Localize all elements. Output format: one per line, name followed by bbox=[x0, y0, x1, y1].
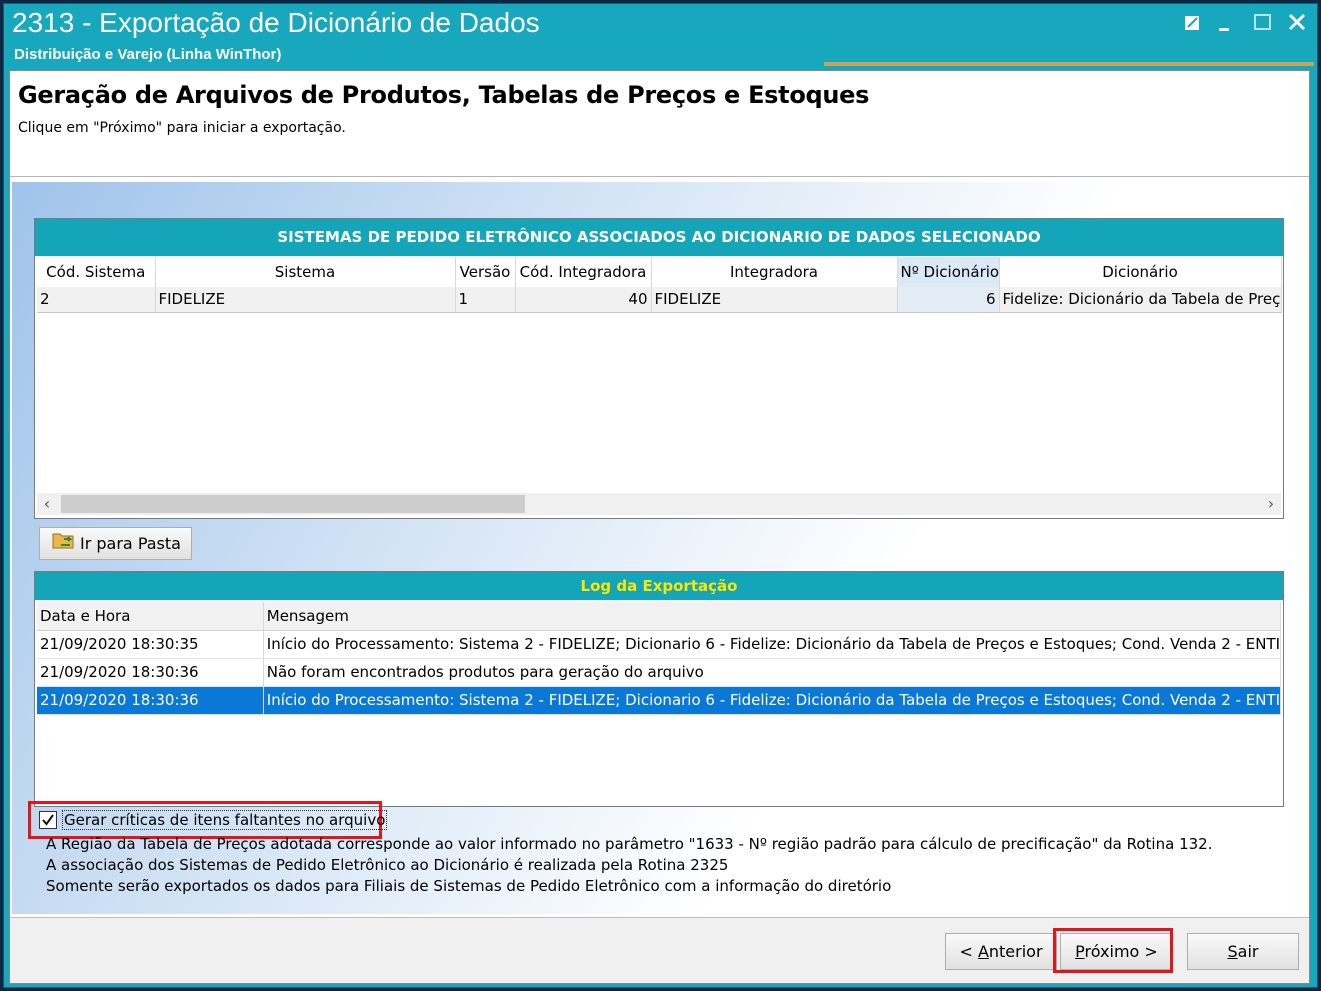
list-item[interactable]: 21/09/2020 18:30:35 Início do Processame… bbox=[37, 630, 1282, 659]
cell-sistema: FIDELIZE bbox=[155, 287, 456, 313]
systems-grid-header: Cód. Sistema Sistema Versão Cód. Integra… bbox=[37, 257, 1282, 287]
info-line: A Região da Tabela de Preços adotada cor… bbox=[46, 835, 1213, 853]
cell-cod-integradora: 40 bbox=[515, 287, 652, 313]
next-button-highlight bbox=[1053, 928, 1173, 973]
col-versao[interactable]: Versão bbox=[455, 257, 516, 287]
folder-icon bbox=[52, 529, 76, 560]
scroll-thumb[interactable] bbox=[61, 495, 525, 513]
exit-button-hotkey: S bbox=[1227, 942, 1238, 961]
go-to-folder-label: Ir para Pasta bbox=[80, 534, 181, 553]
col-cod-integradora[interactable]: Cód. Integradora bbox=[515, 257, 652, 287]
checkbox-box[interactable] bbox=[39, 811, 57, 829]
list-item[interactable]: 21/09/2020 18:30:36 Não foram encontrado… bbox=[37, 658, 1282, 687]
log-panel: Log da Exportação Data e Hora Mensagem 2… bbox=[34, 571, 1284, 807]
cell-dicionario: Fidelize: Dicionário da Tabela de Preços… bbox=[999, 287, 1282, 313]
back-button-prefix: < bbox=[959, 942, 978, 961]
scroll-right-icon[interactable]: › bbox=[1261, 493, 1281, 515]
list-item-selected[interactable]: 21/09/2020 18:30:36 Início do Processame… bbox=[37, 686, 1282, 715]
log-datetime: 21/09/2020 18:30:36 bbox=[37, 658, 264, 687]
close-icon[interactable] bbox=[1284, 10, 1310, 36]
col-num-dicionario[interactable]: Nº Dicionário bbox=[897, 257, 1000, 287]
col-integradora[interactable]: Integradora bbox=[651, 257, 898, 287]
info-line: A associação dos Sistemas de Pedido Elet… bbox=[46, 856, 729, 874]
exit-button[interactable]: Sair bbox=[1187, 933, 1299, 970]
wizard-content: Geração de Arquivos de Produtos, Tabelas… bbox=[9, 70, 1310, 984]
cell-integradora: FIDELIZE bbox=[651, 287, 898, 313]
log-grid-header: Data e Hora Mensagem bbox=[37, 602, 1282, 631]
col-mensagem[interactable]: Mensagem bbox=[263, 602, 1282, 631]
systems-grid[interactable]: Cód. Sistema Sistema Versão Cód. Integra… bbox=[37, 257, 1282, 313]
back-button[interactable]: < Anterior bbox=[945, 933, 1057, 970]
exit-button-label: air bbox=[1237, 942, 1259, 961]
window-title: 2313 - Exportação de Dicionário de Dados bbox=[12, 7, 540, 38]
cell-cod-sistema: 2 bbox=[37, 287, 156, 313]
title-accent-bar bbox=[824, 62, 1314, 66]
systems-panel: SISTEMAS DE PEDIDO ELETRÔNICO ASSOCIADOS… bbox=[34, 218, 1284, 519]
app-window: 2313 - Exportação de Dicionário de Dados… bbox=[3, 3, 1318, 988]
page-title: Geração de Arquivos de Produtos, Tabelas… bbox=[18, 81, 870, 109]
back-button-label: nterior bbox=[988, 942, 1043, 961]
log-datetime: 21/09/2020 18:30:36 bbox=[37, 686, 264, 715]
cell-versao: 1 bbox=[455, 287, 516, 313]
log-grid[interactable]: Data e Hora Mensagem 21/09/2020 18:30:35… bbox=[37, 602, 1282, 715]
scroll-left-icon[interactable]: ‹ bbox=[37, 493, 57, 515]
col-cod-sistema[interactable]: Cód. Sistema bbox=[37, 257, 156, 287]
log-message: Início do Processamento: Sistema 2 - FID… bbox=[263, 630, 1282, 659]
table-row[interactable]: 2 FIDELIZE 1 40 FIDELIZE 6 Fidelize: Dic… bbox=[37, 287, 1282, 313]
wizard-body: SISTEMAS DE PEDIDO ELETRÔNICO ASSOCIADOS… bbox=[12, 182, 1306, 914]
wizard-header: Geração de Arquivos de Produtos, Tabelas… bbox=[10, 71, 1309, 177]
log-panel-title: Log da Exportação bbox=[35, 572, 1283, 600]
col-sistema[interactable]: Sistema bbox=[155, 257, 456, 287]
log-message: Não foram encontrados produtos para gera… bbox=[263, 658, 1282, 687]
col-data-hora[interactable]: Data e Hora bbox=[37, 602, 264, 631]
window-subtitle: Distribuição e Varejo (Linha WinThor) bbox=[14, 46, 282, 63]
info-notes: A Região da Tabela de Preços adotada cor… bbox=[46, 834, 1212, 897]
restore-icon[interactable] bbox=[1180, 10, 1206, 36]
log-message: Início do Processamento: Sistema 2 - FID… bbox=[263, 686, 1282, 715]
maximize-icon[interactable] bbox=[1250, 10, 1276, 36]
wizard-footer: < Anterior Próximo > Sair bbox=[10, 917, 1309, 983]
generate-criticism-checkbox[interactable]: Gerar críticas de itens faltantes no arq… bbox=[36, 810, 388, 832]
page-subtitle: Clique em "Próximo" para iniciar a expor… bbox=[18, 120, 346, 136]
minimize-icon[interactable] bbox=[1212, 10, 1238, 36]
systems-panel-title: SISTEMAS DE PEDIDO ELETRÔNICO ASSOCIADOS… bbox=[35, 219, 1283, 256]
systems-hscrollbar[interactable]: ‹ › bbox=[37, 493, 1281, 515]
checkmark-icon bbox=[42, 814, 54, 826]
col-dicionario[interactable]: Dicionário bbox=[999, 257, 1282, 287]
back-button-hotkey: A bbox=[977, 942, 989, 961]
log-datetime: 21/09/2020 18:30:35 bbox=[37, 630, 264, 659]
info-line: Somente serão exportados os dados para F… bbox=[46, 877, 892, 895]
title-bar: 2313 - Exportação de Dicionário de Dados… bbox=[4, 4, 1317, 70]
go-to-folder-button[interactable]: Ir para Pasta bbox=[39, 527, 192, 560]
checkbox-label[interactable]: Gerar críticas de itens faltantes no arq… bbox=[62, 810, 388, 830]
cell-num-dicionario: 6 bbox=[897, 287, 1000, 313]
